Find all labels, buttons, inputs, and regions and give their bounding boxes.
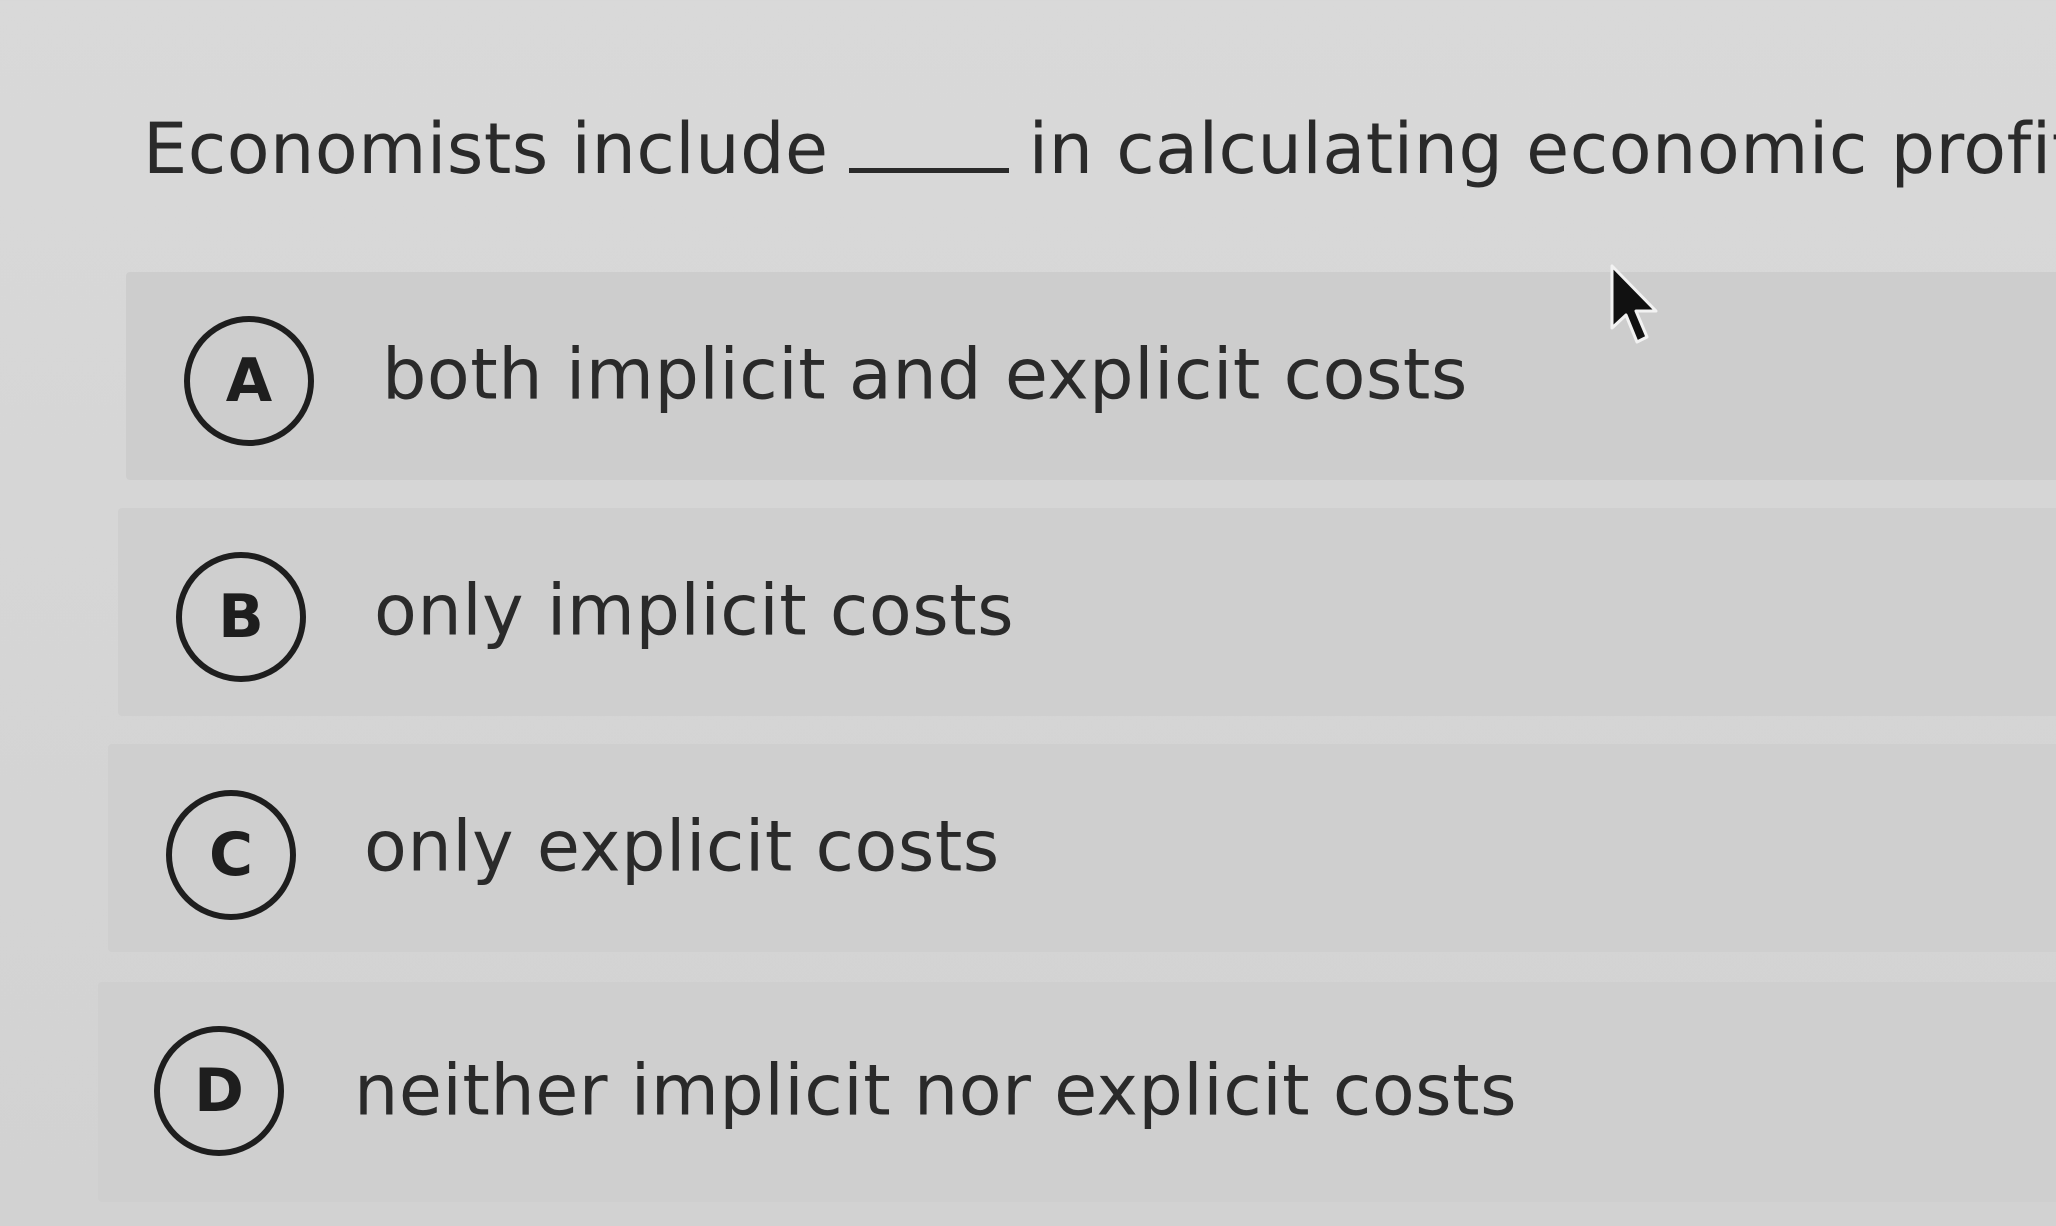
option-c-label: only explicit costs (364, 805, 1000, 888)
option-d-radio[interactable]: D (154, 1026, 284, 1156)
option-c[interactable]: C only explicit costs (108, 744, 2056, 952)
question-text: Economists include in calculating economi… (143, 108, 2056, 190)
option-b-label: only implicit costs (374, 569, 1015, 652)
option-a[interactable]: A both implicit and explicit costs (126, 272, 2056, 480)
option-d[interactable]: D neither implicit nor explicit costs (98, 982, 2056, 1202)
question-after-blank: in calculating economic profit. (1028, 108, 2056, 190)
option-a-radio[interactable]: A (184, 316, 314, 446)
option-b-radio[interactable]: B (176, 552, 306, 682)
mouse-pointer-icon (1610, 264, 1658, 344)
option-a-label: both implicit and explicit costs (382, 333, 1468, 416)
option-d-label: neither implicit nor explicit costs (354, 1049, 1518, 1132)
question-before-blank: Economists include (143, 108, 829, 190)
option-c-radio[interactable]: C (166, 790, 296, 920)
option-b[interactable]: B only implicit costs (118, 508, 2056, 716)
question-blank (848, 108, 1009, 173)
